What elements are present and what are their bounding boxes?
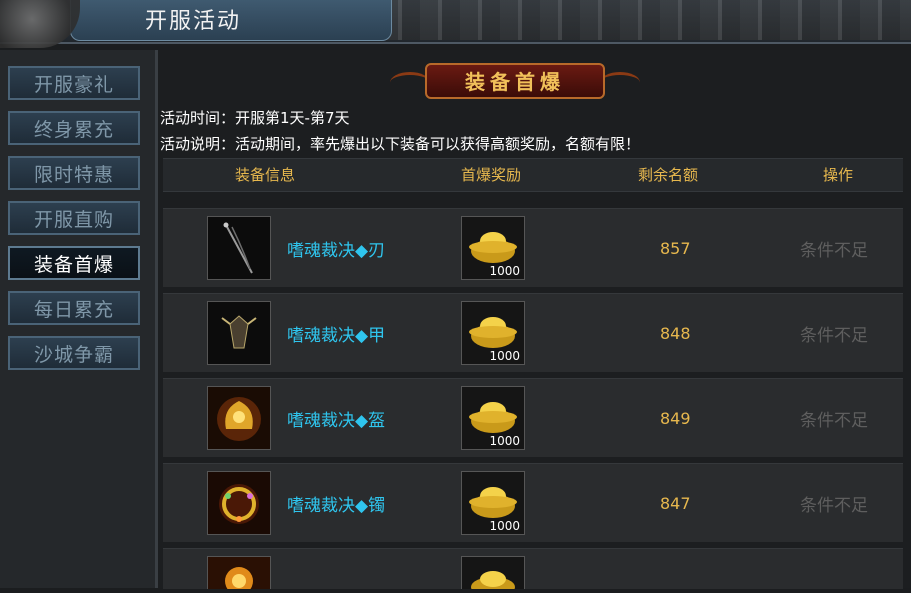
- sword-icon[interactable]: [207, 216, 271, 280]
- gold-ingot-icon[interactable]: 1000: [461, 471, 525, 535]
- helmet-icon[interactable]: [207, 386, 271, 450]
- table-row: 嗜魂裁决◆镯 1000 847 条件不足: [163, 463, 903, 542]
- gold-ingot-icon[interactable]: 1000: [461, 301, 525, 365]
- dragon-icon: [0, 0, 80, 48]
- bracelet-icon[interactable]: [207, 471, 271, 535]
- table-header: 装备信息 首爆奖励 剩余名额 操作: [163, 158, 903, 192]
- reward-quantity: 1000: [489, 519, 520, 533]
- sidebar-item-opening-gift[interactable]: 开服豪礼: [8, 66, 140, 100]
- sidebar-item-daily-recharge[interactable]: 每日累充: [8, 291, 140, 325]
- remaining-count: 847: [660, 494, 691, 513]
- sidebar-item-lifetime-recharge[interactable]: 终身累充: [8, 111, 140, 145]
- window-title: 开服活动: [145, 9, 242, 34]
- sidebar-item-first-drop[interactable]: 装备首爆: [8, 246, 140, 280]
- gold-ingot-icon[interactable]: [461, 556, 525, 593]
- reward-quantity: 1000: [489, 434, 520, 448]
- sidebar-item-direct-buy[interactable]: 开服直购: [8, 201, 140, 235]
- gold-ingot-icon[interactable]: 1000: [461, 386, 525, 450]
- table-row: 嗜魂裁决◆刃 1000 857 条件不足: [163, 208, 903, 287]
- sidebar-item-limited-offer[interactable]: 限时特惠: [8, 156, 140, 190]
- item-name: 嗜魂裁决◆盔: [287, 411, 386, 431]
- remaining-count: 848: [660, 324, 691, 343]
- claim-button[interactable]: 条件不足: [800, 491, 868, 516]
- reward-quantity: 1000: [489, 349, 520, 363]
- armor-icon[interactable]: [207, 301, 271, 365]
- claim-button[interactable]: 条件不足: [800, 321, 868, 346]
- claim-button[interactable]: 条件不足: [800, 406, 868, 431]
- gold-ingot-icon[interactable]: 1000: [461, 216, 525, 280]
- item-name: 嗜魂裁决◆甲: [287, 326, 386, 346]
- table-row: 嗜魂裁决◆盔 1000 849 条件不足: [163, 378, 903, 457]
- header-action: 操作: [823, 166, 854, 184]
- section-banner: 装备首爆: [425, 63, 605, 99]
- item-name: 嗜魂裁决◆刃: [287, 241, 386, 261]
- table-row: 嗜魂裁决◆甲 1000 848 条件不足: [163, 293, 903, 372]
- table-row: [163, 548, 903, 593]
- item-icon[interactable]: [207, 556, 271, 593]
- reward-quantity: 1000: [489, 264, 520, 278]
- header-remaining: 剩余名额: [638, 166, 699, 184]
- claim-button[interactable]: 条件不足: [800, 236, 868, 261]
- title-bar: 开服活动: [0, 0, 911, 48]
- header-equipment: 装备信息: [235, 166, 296, 184]
- sidebar-item-castle-war[interactable]: 沙城争霸: [8, 336, 140, 370]
- activity-time: 活动时间：开服第1天-第7天: [160, 109, 350, 127]
- remaining-count: 857: [660, 239, 691, 258]
- banner-right-ornament: [600, 72, 640, 93]
- item-name: 嗜魂裁决◆镯: [287, 496, 386, 516]
- banner-left-ornament: [390, 72, 430, 93]
- activity-description: 活动说明：活动期间，率先爆出以下装备可以获得高额奖励，名额有限！: [160, 135, 641, 153]
- header-reward: 首爆奖励: [461, 166, 522, 184]
- remaining-count: 849: [660, 409, 691, 428]
